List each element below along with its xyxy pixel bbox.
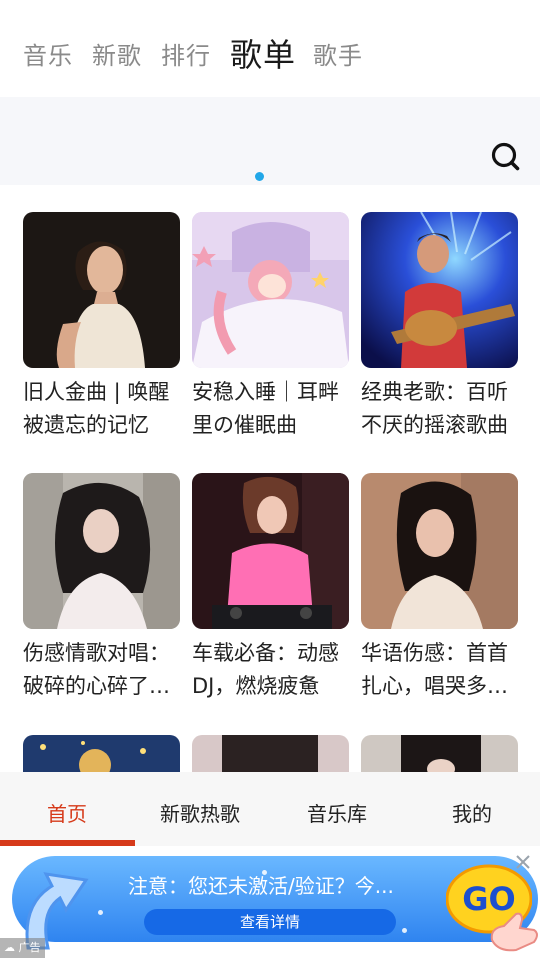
arrow-icon <box>25 872 89 950</box>
search-icon[interactable] <box>490 141 520 171</box>
playlist-cover-image <box>23 473 180 629</box>
active-nav-indicator <box>0 840 135 846</box>
nav-music-library[interactable]: 音乐库 <box>307 798 367 827</box>
tab-playlists[interactable]: 歌单 <box>230 30 296 76</box>
tab-charts[interactable]: 排行 <box>161 36 211 71</box>
active-tab-indicator <box>255 172 264 181</box>
playlist-title: 旧人金曲 | 唤醒被遗忘的记忆 <box>23 380 170 437</box>
tab-new-songs[interactable]: 新歌 <box>92 36 142 71</box>
nav-mine[interactable]: 我的 <box>452 798 492 827</box>
playlist-title: 安稳入睡｜耳畔里の催眠曲 <box>192 380 339 437</box>
playlist-title: 车载必备：动感DJ，燃烧疲惫 <box>192 641 339 698</box>
nav-home[interactable]: 首页 <box>47 798 87 827</box>
playlist-title: 伤感情歌对唱：破碎的心碎了一地 <box>23 641 170 698</box>
playlist-title: 华语伤感：首首扎心，唱哭多少人 <box>361 641 508 698</box>
tab-artists[interactable]: 歌手 <box>313 36 363 71</box>
view-details-button[interactable]: 查看详情 <box>144 909 396 935</box>
playlist-cover-image <box>192 735 349 772</box>
playlist-card[interactable] <box>361 735 518 772</box>
playlist-cover-image <box>192 473 349 629</box>
close-icon[interactable] <box>513 852 533 872</box>
playlist-cover-image <box>361 735 518 772</box>
ad-badge: ☁ 广告 <box>0 938 45 958</box>
playlist-card[interactable] <box>23 735 180 772</box>
cloud-icon: ☁ <box>4 941 19 954</box>
playlist-cover-image <box>361 473 518 629</box>
playlist-cover-image <box>23 735 180 772</box>
playlist-cover-image <box>23 212 180 368</box>
sparkle-icon <box>402 928 407 933</box>
pointing-hand-icon <box>490 912 538 952</box>
category-tab-bar <box>0 97 540 185</box>
playlist-cover-image <box>361 212 518 368</box>
nav-new-hot-songs[interactable]: 新歌热歌 <box>160 798 240 827</box>
playlist-cover-image <box>192 212 349 368</box>
ad-message: 注意：您还未激活/验证？今... <box>128 874 394 898</box>
playlist-card[interactable] <box>192 735 349 772</box>
ad-banner[interactable]: 注意：您还未激活/验证？今... 查看详情 GO <box>8 852 540 960</box>
playlist-title: 经典老歌：百听不厌的摇滚歌曲 <box>361 380 508 437</box>
tab-music[interactable]: 音乐 <box>23 36 73 71</box>
